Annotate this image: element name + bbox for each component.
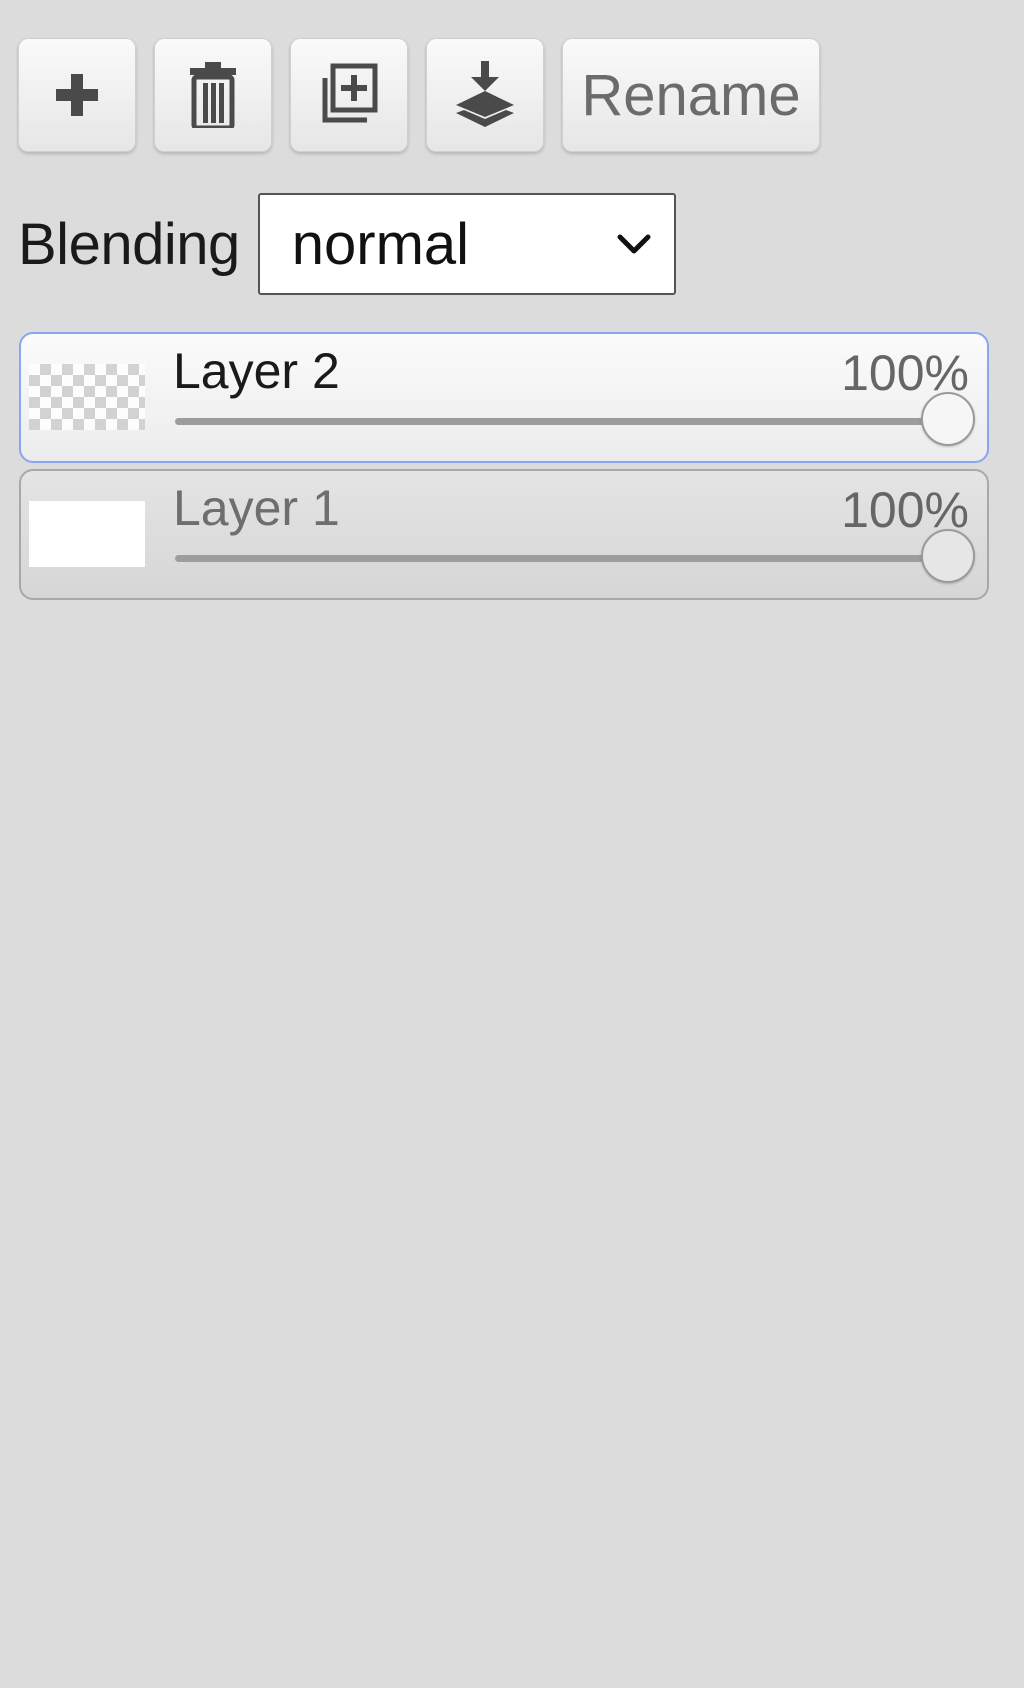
layer-name: Layer 2: [173, 343, 340, 399]
trash-icon: [190, 62, 236, 128]
layer-list: Layer 2 100% Layer 1 100%: [19, 332, 989, 606]
blending-row: Blending normal: [18, 193, 676, 295]
layer-item[interactable]: Layer 1 100%: [19, 469, 989, 600]
layer-name: Layer 1: [173, 480, 340, 536]
blending-select[interactable]: normal: [257, 193, 676, 295]
layer-thumbnail: [29, 364, 145, 430]
opacity-slider[interactable]: [175, 529, 975, 583]
opacity-slider-thumb[interactable]: [921, 529, 975, 583]
opacity-slider-thumb[interactable]: [921, 392, 975, 446]
chevron-down-icon: [617, 234, 651, 254]
blending-select-value: normal: [291, 211, 470, 277]
duplicate-layer-button[interactable]: [290, 38, 408, 152]
merge-down-icon: [456, 61, 514, 127]
opacity-slider[interactable]: [175, 392, 975, 446]
delete-layer-button[interactable]: [154, 38, 272, 152]
add-layer-button[interactable]: [18, 38, 136, 152]
merge-down-button[interactable]: [426, 38, 544, 152]
layer-thumbnail: [29, 501, 145, 567]
opacity-slider-track: [175, 418, 963, 425]
plus-icon: [56, 74, 98, 116]
layer-toolbar: Rename: [18, 38, 820, 152]
duplicate-layer-icon: [322, 63, 378, 123]
opacity-slider-track: [175, 555, 963, 562]
layer-item[interactable]: Layer 2 100%: [19, 332, 989, 463]
rename-button[interactable]: Rename: [562, 38, 820, 152]
blending-label: Blending: [18, 211, 240, 277]
